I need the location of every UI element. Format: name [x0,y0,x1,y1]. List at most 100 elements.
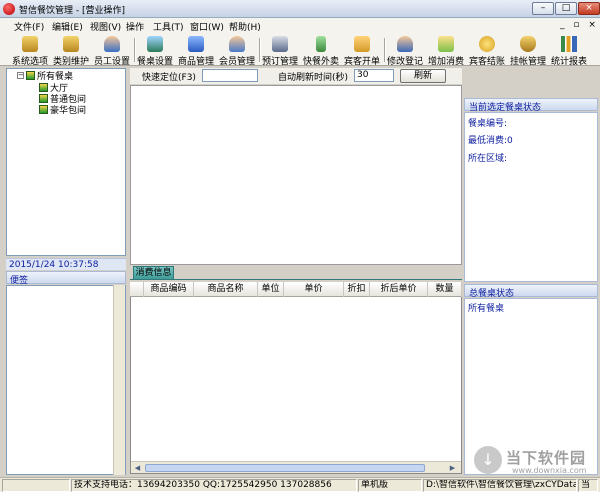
person-icon [104,36,120,52]
area-field: 所在区域: [468,154,508,164]
tree-expander[interactable]: − [17,72,24,79]
toolbar-button-credit[interactable]: 挂帐管理 [508,35,548,67]
scroll-left-icon[interactable]: ◀ [132,463,143,473]
tree-item-luxury-room[interactable]: 豪华包间 [39,105,86,116]
column-header-code[interactable]: 商品编码 [144,282,194,297]
column-header-discounted-price[interactable]: 折后单价 [370,282,428,297]
column-header-discount[interactable]: 折扣 [344,282,370,297]
toolbar-label: 餐桌设置 [136,57,173,67]
money-bag-icon [520,36,536,52]
column-header-price[interactable]: 单价 [284,282,344,297]
toolbar-button-member[interactable]: 会员管理 [217,35,257,67]
menu-view[interactable]: 视图(V) [90,20,121,33]
watermark-brand: 当下软件园 [506,449,587,467]
menu-file[interactable]: 文件(F) [14,20,44,33]
menu-tools[interactable]: 工具(T) [153,20,184,33]
total-table-status-header: 总餐桌状态 [464,284,598,299]
column-header-unit[interactable]: 单位 [258,282,284,297]
tree-item-label: 大厅 [50,84,69,94]
toolbar-button-category[interactable]: 类别维护 [51,35,91,67]
menu-edit[interactable]: 编辑(E) [52,20,83,33]
auto-refresh-label: 自动刷新时间(秒) [278,73,349,83]
toolbar-button-reports[interactable]: 统计报表 [549,35,589,67]
scroll-thumb[interactable] [145,464,425,472]
current-table-status-header: 当前选定餐桌状态 [464,98,598,113]
status-cell-blank [2,479,70,492]
plus-folder-icon [438,36,454,52]
toolbar-button-staff[interactable]: 员工设置 [92,35,132,67]
toolbar-label: 宾客结账 [468,57,505,67]
auto-refresh-input[interactable]: 30 [354,69,394,82]
menu-help[interactable]: 帮助(H) [229,20,261,33]
status-bar: 技术支持电话：13694203350 QQ:1725542950 1370288… [0,477,600,492]
toolbar-button-modify-register[interactable]: 修改登记 [385,35,425,67]
memo-header: 便签 [6,271,126,286]
scroll-right-icon[interactable]: ▶ [447,463,458,473]
grid-horizontal-scrollbar[interactable]: ◀ ▶ [131,461,461,473]
table-tree-panel: − 所有餐桌 大厅 普通包间 豪华包间 [6,68,126,256]
tree-item-hall[interactable]: 大厅 [39,83,68,94]
window-title: 智信餐饮管理 - [营业操作] [19,6,125,16]
tree-item-label: 普通包间 [50,95,87,105]
min-consumption-field: 最低消费:0 [468,136,513,146]
toolbar-label: 修改登记 [386,57,423,67]
quick-locate-label: 快速定位(F3) [142,73,196,83]
grid-header: 商品编码 商品名称 单位 单价 折扣 折后单价 数量 [130,282,462,297]
tab-consumption-info[interactable]: 消费信息 [133,266,174,279]
status-support-phone: 技术支持电话：13694203350 QQ:1725542950 1370288… [71,479,357,492]
toolbar-label: 宾客开单 [343,57,380,67]
toolbar-button-checkout[interactable]: 宾客结账 [467,35,507,67]
key-icon [22,36,38,52]
toolbar-label: 商品管理 [177,57,214,67]
table-group-icon [26,71,35,80]
toolbar-button-open-order[interactable]: 宾客开单 [342,35,382,67]
maximize-button[interactable]: □ [555,2,577,15]
toolbar-label: 挂帐管理 [509,57,546,67]
toolbar-button-takeout[interactable]: 快餐外卖 [301,35,341,67]
column-header-indicator [130,282,144,297]
status-edition: 单机版 [358,479,422,492]
person-check-icon [397,36,413,52]
menu-operation[interactable]: 操作 [126,20,144,33]
toolbar-button-system-options[interactable]: 系统选项 [10,35,50,67]
toolbar-label: 统计报表 [550,57,587,67]
close-button[interactable]: × [578,2,600,15]
app-logo-icon [3,3,15,15]
toolbar-button-reservation[interactable]: 预订管理 [260,35,300,67]
toolbar-button-product[interactable]: 商品管理 [176,35,216,67]
download-watermark-icon: ↓ [474,446,502,474]
cube-icon [354,36,370,52]
table-number-field: 餐桌编号: [468,119,508,129]
toolbar-button-add-consumption[interactable]: 增加消费 [426,35,466,67]
box-icon [188,36,204,52]
all-tables-summary: 所有餐桌 [468,304,505,314]
memo-scrollbar[interactable] [113,285,125,475]
coin-icon [479,36,495,52]
mdi-window-controls[interactable]: _ ▫ × [560,20,599,30]
column-header-name[interactable]: 商品名称 [194,282,258,297]
table-display-area[interactable] [130,85,462,265]
main-toolbar: 系统选项 类别维护 员工设置 餐桌设置 商品管理 会员管理 预订管理 快餐外卖 … [0,34,600,67]
tree-item-normal-room[interactable]: 普通包间 [39,94,86,105]
table-group-icon [39,105,48,114]
refresh-button[interactable]: 刷新 [400,69,446,83]
table-group-icon [39,83,48,92]
table-group-icon [39,94,48,103]
minimize-button[interactable]: – [532,2,554,15]
toolbar-label: 会员管理 [218,57,255,67]
toolbar-button-table-setup[interactable]: 餐桌设置 [135,35,175,67]
toolbar-label: 员工设置 [93,57,130,67]
toolbar-label: 快餐外卖 [302,57,339,67]
quick-locate-input[interactable] [202,69,258,82]
table-icon [147,36,163,52]
status-current: 当 [578,479,598,492]
toolbar-label: 类别维护 [52,57,89,67]
person-icon [229,36,245,52]
memo-textarea[interactable] [6,285,126,475]
consumption-grid[interactable] [130,282,462,474]
phone-icon [316,36,326,52]
tree-item-all-tables[interactable]: 所有餐桌 [26,71,73,82]
menu-window[interactable]: 窗口(W) [190,20,224,33]
column-header-quantity[interactable]: 数量 [428,282,462,297]
watermark-url: www.downxia.com [512,466,587,475]
